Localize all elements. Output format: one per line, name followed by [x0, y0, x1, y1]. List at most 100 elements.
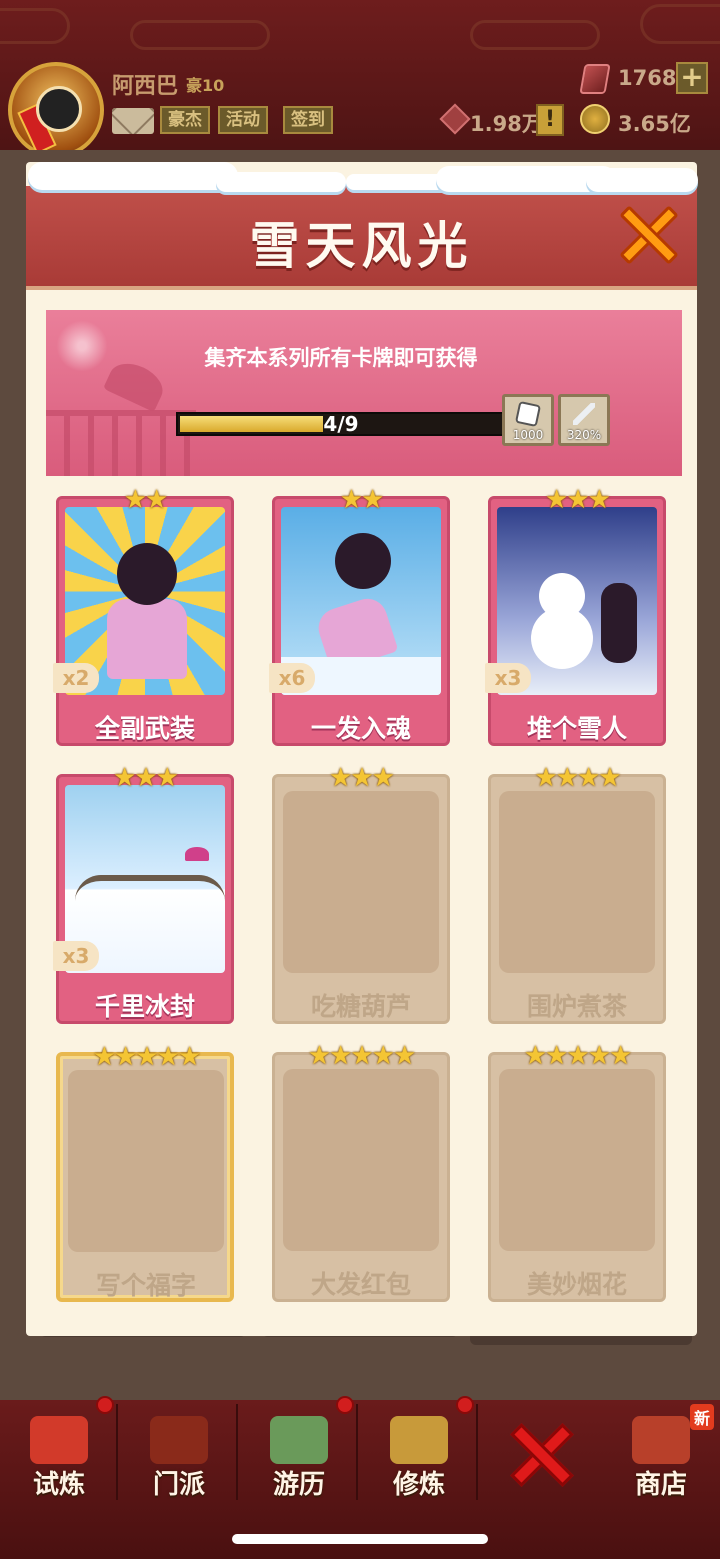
home-indicator[interactable]: [232, 1534, 488, 1544]
heroes-button[interactable]: 豪杰: [160, 106, 210, 134]
nav-label: 游历: [272, 1470, 325, 1500]
snowman-head-icon: [539, 573, 585, 619]
player-rank: 豪10: [186, 76, 225, 95]
character-icon: [601, 583, 637, 663]
card-stars: ★★★★: [534, 763, 621, 793]
add-gems-button[interactable]: +: [676, 62, 708, 94]
travel-icon: [270, 1416, 328, 1464]
card-stars: ★★★: [113, 763, 179, 793]
snow-cap: [586, 168, 698, 192]
nav-sect[interactable]: 门派: [120, 1404, 238, 1500]
trial-icon: [30, 1416, 88, 1464]
card-qianli-bingfeng[interactable]: ★★★ x3 千里冰封: [53, 763, 234, 1024]
card-stars: ★★★: [545, 485, 611, 515]
card-stars: ★★: [123, 485, 169, 515]
card-stars: ★★: [339, 485, 385, 515]
top-hud: 阿西巴 豪10 豪杰 活动 签到 1768 + 1.98万 ! 3.65亿: [0, 0, 720, 158]
card-name: 一发入魂: [310, 714, 411, 743]
close-button[interactable]: [616, 204, 679, 265]
progress-label: 4/9: [323, 412, 359, 436]
character-head-icon: [335, 533, 391, 589]
character-icon: [107, 599, 187, 679]
checkin-button[interactable]: 签到: [283, 106, 333, 134]
umbrella-icon: [185, 847, 209, 861]
sect-icon: [150, 1416, 208, 1464]
modal-title: 雪天风光: [249, 217, 474, 275]
player-name: 阿西巴: [112, 74, 179, 99]
cloud-ornament: [470, 20, 600, 50]
card-stars: ★★★★★: [307, 1041, 417, 1071]
nav-trial[interactable]: 试炼: [0, 1396, 118, 1500]
reward-sword[interactable]: 320%: [558, 394, 610, 446]
card-name: 写个福字: [95, 1271, 196, 1300]
banner-text: 集齐本系列所有卡牌即可获得: [204, 346, 478, 370]
card-name: 全副武装: [94, 714, 195, 743]
card-placeholder: [499, 791, 655, 973]
mail-icon[interactable]: [112, 108, 154, 134]
card-stars: ★★★: [329, 763, 395, 793]
gem-icon: [579, 64, 611, 94]
card-name: 千里冰封: [94, 992, 195, 1021]
card-name: 大发红包: [310, 1270, 411, 1299]
notification-dot: [336, 1396, 354, 1414]
card-dafa-hongbao[interactable]: ★★★★★ 大发红包: [272, 1041, 450, 1302]
card-count: x3: [53, 941, 99, 971]
bridge-decoration: [46, 410, 196, 476]
train-icon: [390, 1416, 448, 1464]
dice-icon: [514, 400, 542, 428]
coin-count: 3.65亿: [618, 112, 691, 136]
notification-dot: [96, 1396, 114, 1414]
power-value: 1.98万: [470, 112, 543, 136]
gem-count: 1768: [618, 66, 677, 90]
bridge-icon: [75, 875, 225, 901]
card-chi-tanghulu[interactable]: ★★★ 吃糖葫芦: [272, 763, 450, 1024]
card-yifa-ruhun[interactable]: ★★ x6 一发入魂: [269, 485, 450, 746]
snow-cap: [216, 172, 346, 192]
card-stars: ★★★★★: [523, 1041, 633, 1071]
avatar[interactable]: [8, 62, 104, 158]
nav-close-button[interactable]: [506, 1418, 578, 1490]
card-weilu-zhucha[interactable]: ★★★★ 围炉煮茶: [488, 763, 666, 1024]
card-name: 围炉煮茶: [526, 992, 627, 1021]
card-placeholder: [499, 1069, 655, 1251]
events-button[interactable]: 活动: [218, 106, 268, 134]
nav-travel[interactable]: 游历: [240, 1396, 358, 1500]
cloud-ornament: [0, 8, 70, 44]
card-dui-ge-xueren[interactable]: ★★★ x3 堆个雪人: [485, 485, 666, 746]
card-name: 美妙烟花: [526, 1270, 627, 1299]
card-placeholder: [283, 1069, 439, 1251]
power-icon: [439, 103, 471, 135]
cloud-ornament: [130, 20, 270, 50]
coin-icon: [580, 104, 610, 134]
card-meimiao-yanhua[interactable]: ★★★★★ 美妙烟花: [488, 1041, 666, 1302]
reward-dice[interactable]: 1000: [502, 394, 554, 446]
card-count: x3: [485, 663, 531, 693]
shop-icon: [632, 1416, 690, 1464]
nav-label: 商店: [634, 1470, 687, 1500]
new-badge: 新: [690, 1404, 715, 1430]
nav-cultivate[interactable]: 修炼: [360, 1396, 478, 1500]
card-count: x2: [53, 663, 99, 693]
reward-amount: 320%: [566, 428, 602, 442]
card-collection-modal: 雪天风光 集齐本系列所有卡牌即可获得 4/9 1000 320% ★★ x2 全…: [26, 162, 698, 1336]
cloud-ornament: [640, 4, 720, 44]
card-name: 吃糖葫芦: [310, 992, 411, 1021]
card-stars: ★★★★★: [92, 1042, 202, 1072]
nav-label: 修炼: [392, 1470, 445, 1500]
alert-button[interactable]: !: [536, 104, 564, 136]
nav-label: 试炼: [32, 1470, 85, 1500]
notification-dot: [456, 1396, 474, 1414]
nav-label: 门派: [152, 1470, 205, 1500]
avatar-face-icon: [36, 86, 82, 132]
reward-amount: 1000: [512, 428, 544, 442]
card-placeholder: [68, 1070, 224, 1252]
card-placeholder: [283, 791, 439, 973]
snow-cap: [28, 162, 238, 190]
sword-icon: [573, 403, 595, 425]
card-name: 堆个雪人: [526, 714, 627, 743]
set-reward-banner: 集齐本系列所有卡牌即可获得 4/9 1000 320%: [46, 310, 682, 476]
card-quanfu-wuzhuang[interactable]: ★★ x2 全副武装: [53, 485, 234, 746]
card-xie-ge-fuzi[interactable]: ★★★★★ 写个福字: [56, 1042, 234, 1302]
card-count: x6: [269, 663, 315, 693]
character-head-icon: [117, 543, 177, 605]
